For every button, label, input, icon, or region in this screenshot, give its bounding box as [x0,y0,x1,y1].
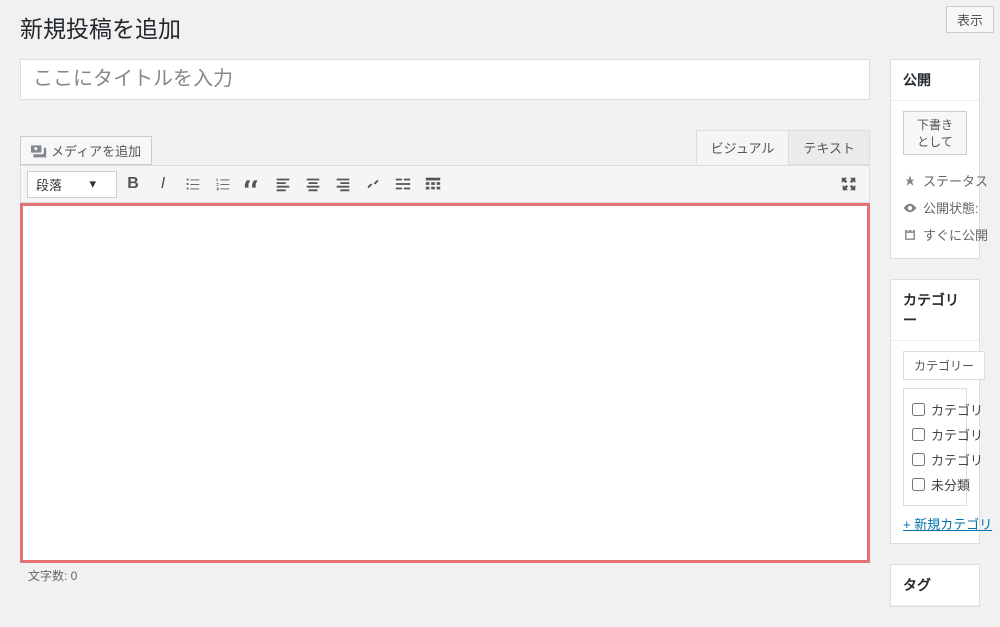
align-center-button[interactable] [299,170,327,198]
readmore-button[interactable] [389,170,417,198]
format-select-label: 段落 [36,175,62,194]
category-checkbox[interactable] [912,478,925,491]
toolbar-toggle-button[interactable] [419,170,447,198]
category-checkbox[interactable] [912,403,925,416]
schedule-row: すぐに公開 [903,221,967,248]
category-label: カテゴリ [931,450,983,469]
visual-tab[interactable]: ビジュアル [696,130,790,165]
italic-button[interactable]: I [149,170,177,198]
media-icon [31,143,47,159]
align-right-button[interactable] [329,170,357,198]
blockquote-button[interactable] [239,170,267,198]
post-title-input[interactable] [20,59,870,100]
page-title: 新規投稿を追加 [20,10,980,44]
category-checkbox[interactable] [912,453,925,466]
visibility-row: 公開状態: [903,194,967,221]
category-list: カテゴリ カテゴリ カテゴリ 未分類 [903,388,967,506]
category-item[interactable]: カテゴリ [912,422,958,447]
category-label: カテゴリ [931,425,983,444]
editor-content-area[interactable] [20,203,870,563]
category-item[interactable]: 未分類 [912,472,958,497]
status-label: ステータス [923,171,988,190]
chevron-down-icon: ▾ [89,176,96,192]
fullscreen-button[interactable] [835,170,863,198]
category-tab-all[interactable]: カテゴリー [903,351,985,380]
categories-metabox: カテゴリー カテゴリー カテゴリ カテゴリ カテゴリ 未分類 + 新規カテゴリ [890,279,980,544]
schedule-label: すぐに公開 [923,225,988,244]
add-media-label: メディアを追加 [51,141,141,160]
calendar-icon [903,228,917,242]
eye-icon [903,201,917,215]
number-list-button[interactable] [209,170,237,198]
add-media-button[interactable]: メディアを追加 [20,136,152,165]
category-checkbox[interactable] [912,428,925,441]
categories-header: カテゴリー [891,280,979,341]
category-label: カテゴリ [931,400,983,419]
format-select[interactable]: 段落 ▾ [27,171,117,198]
bold-button[interactable]: B [119,170,147,198]
publish-metabox: 公開 下書きとして ステータス 公開状態: すぐに公開 [890,59,980,259]
screen-options-button[interactable]: 表示 [946,6,994,33]
text-tab[interactable]: テキスト [788,130,870,165]
category-item[interactable]: カテゴリ [912,397,958,422]
save-draft-button[interactable]: 下書きとして [903,111,967,155]
align-left-button[interactable] [269,170,297,198]
status-row: ステータス [903,167,967,194]
publish-header: 公開 [891,60,979,101]
word-count: 文字数: 0 [20,563,870,588]
category-label: 未分類 [931,475,970,494]
category-item[interactable]: カテゴリ [912,447,958,472]
visibility-label: 公開状態: [923,198,979,217]
tags-metabox: タグ [890,564,980,607]
pin-icon [903,174,917,188]
link-button[interactable] [359,170,387,198]
bullet-list-button[interactable] [179,170,207,198]
add-category-link[interactable]: + 新規カテゴリ [903,514,992,533]
editor-toolbar: 段落 ▾ B I [20,165,870,203]
